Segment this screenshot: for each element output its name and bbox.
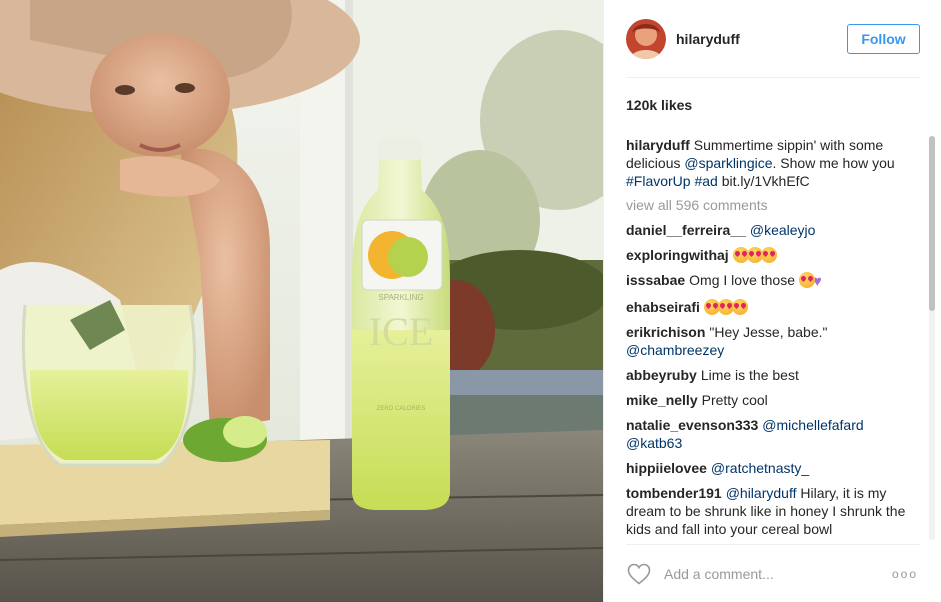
comment-text: Omg I love those [689, 272, 795, 288]
likes-count[interactable]: 120k likes [626, 97, 692, 113]
view-all-comments-link[interactable]: view all 596 comments [626, 196, 922, 214]
comment-text: Lime is the best [700, 367, 799, 383]
comment-username[interactable]: abbeyruby [626, 367, 697, 383]
add-comment-bar: ooo [626, 544, 920, 602]
comment-item: exploringwithaj [626, 246, 922, 264]
post-header: hilaryduff Follow [626, 0, 920, 78]
avatar-image [626, 18, 666, 59]
caption-hashtag-ad[interactable]: #ad [694, 173, 717, 189]
comment-item: isssabae Omg I love those ♥ [626, 271, 922, 291]
comment-username[interactable]: erikrichison [626, 324, 705, 340]
instagram-post: SPARKLING ICE ZERO CALORIES hilaryduff F… [0, 0, 941, 602]
caption-username[interactable]: hilaryduff [626, 137, 690, 153]
comment-item: ehabseirafi [626, 298, 922, 316]
comment-username[interactable]: daniel__ferreira__ [626, 222, 746, 238]
comment-item: natalie_evenson333 @michellefafard @katb6… [626, 416, 922, 452]
comments-scrollbar[interactable] [929, 136, 935, 540]
comment-username[interactable]: hippiielovee [626, 460, 707, 476]
scrollbar-thumb[interactable] [929, 136, 935, 311]
more-options-icon[interactable]: ooo [890, 567, 920, 581]
comment-item: abbeyruby Lime is the best [626, 366, 922, 384]
bottle-sub: ZERO CALORIES [377, 406, 426, 412]
post-details-panel: hilaryduff Follow 120k likes hilaryduff S… [603, 0, 941, 602]
comment-username[interactable]: mike_nelly [626, 392, 698, 408]
caption-text-2: . Show me how you [772, 155, 895, 171]
comment-mention[interactable]: @ratchetnasty_ [711, 460, 809, 476]
post-photo[interactable]: SPARKLING ICE ZERO CALORIES [0, 0, 603, 602]
comments-list[interactable]: hilaryduff Summertime sippin' with some d… [626, 136, 922, 540]
comment-username[interactable]: natalie_evenson333 [626, 417, 758, 433]
comment-item: erikrichison "Hey Jesse, babe." @chambree… [626, 323, 922, 359]
post-username[interactable]: hilaryduff [676, 31, 847, 47]
comment-username[interactable]: exploringwithaj [626, 247, 729, 263]
heart-eyes-emoji-icon [798, 272, 815, 288]
caption-link[interactable]: bit.ly/1VkhEfC [722, 173, 810, 189]
comment-item: daniel__ferreira__ @kealeyjo [626, 221, 922, 239]
comment-username[interactable]: tombender191 [626, 485, 722, 501]
comment-text: "Hey Jesse, babe." [709, 324, 828, 340]
comment-item: tombender191 @hilaryduff Hilary, it is my… [626, 484, 922, 538]
comment-mention[interactable]: @kealeyjo [750, 222, 816, 238]
comment-username[interactable]: ehabseirafi [626, 299, 700, 315]
comment-mention[interactable]: @hilaryduff [726, 485, 797, 501]
follow-button[interactable]: Follow [847, 23, 920, 54]
comment-text: Pretty cool [701, 392, 768, 408]
heart-icon[interactable] [626, 562, 652, 586]
comment-item: hippiielovee @ratchetnasty_ [626, 459, 922, 477]
comment-mention[interactable]: @chambreezey [626, 342, 724, 358]
heart-eyes-emoji-icon [760, 247, 777, 263]
caption: hilaryduff Summertime sippin' with some d… [626, 136, 922, 190]
comment-item: mike_nelly Pretty cool [626, 391, 922, 409]
heart-eyes-emoji-icon [731, 299, 748, 315]
photo-illustration: SPARKLING ICE ZERO CALORIES [0, 0, 603, 602]
caption-mention[interactable]: @sparklingice [684, 155, 772, 171]
bottle-name: ICE [369, 309, 433, 354]
caption-hashtag-flavorup[interactable]: #FlavorUp [626, 173, 691, 189]
avatar[interactable] [626, 18, 666, 59]
comment-username[interactable]: isssabae [626, 272, 685, 288]
add-comment-input[interactable] [664, 565, 890, 582]
bottle-brand: SPARKLING [378, 293, 423, 302]
